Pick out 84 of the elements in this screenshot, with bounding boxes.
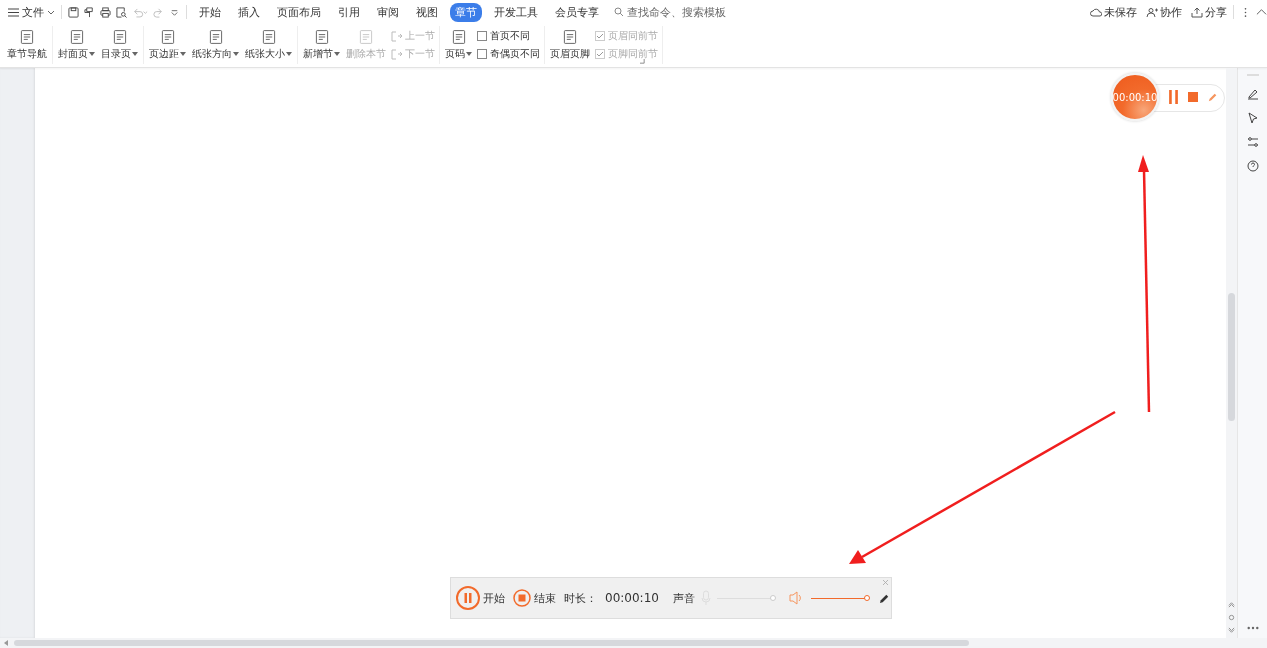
ribbon-button[interactable]: 封面页: [57, 29, 96, 61]
pen-icon[interactable]: [878, 592, 890, 604]
document-icon: [111, 29, 128, 45]
pause-icon[interactable]: [1169, 90, 1178, 104]
speaker-icon[interactable]: [788, 591, 803, 605]
checkbox[interactable]: [477, 49, 487, 59]
caret-icon: [334, 52, 340, 56]
ribbon-button[interactable]: 页码: [444, 29, 473, 61]
document-icon: [313, 29, 330, 45]
stop-icon: [513, 589, 531, 607]
search-icon: [614, 7, 624, 17]
collapse-ribbon-icon[interactable]: [1256, 6, 1267, 18]
document-icon: [19, 29, 35, 45]
ribbon-tab[interactable]: 章节: [450, 2, 482, 22]
scroll-left-icon[interactable]: [4, 640, 8, 646]
edit-icon[interactable]: [1246, 88, 1259, 100]
cursor-icon[interactable]: [1246, 112, 1259, 124]
sound-label: 声音: [672, 590, 695, 606]
next-page-icon[interactable]: [1228, 627, 1235, 634]
redo-icon[interactable]: [153, 6, 164, 18]
ribbon-tab[interactable]: 页面布局: [272, 2, 326, 22]
ribbon-tab[interactable]: 插入: [233, 2, 265, 22]
sliders-icon[interactable]: [1246, 136, 1259, 148]
close-icon[interactable]: [883, 580, 888, 585]
ribbon-tab[interactable]: 开始: [194, 2, 226, 22]
checkbox-label: 奇偶页不同: [490, 47, 540, 61]
search-field[interactable]: 查找命令、搜索模板: [614, 5, 737, 19]
caret-icon: [132, 52, 138, 56]
document-icon: [260, 29, 277, 45]
caret-icon: [89, 52, 95, 56]
toolbar-action[interactable]: 分享: [1191, 4, 1227, 20]
checkbox-label: 页眉同前节: [608, 29, 658, 43]
section-jump-icon: [391, 30, 403, 42]
ribbon-button[interactable]: 新增节: [302, 29, 341, 61]
document-icon: [207, 29, 224, 45]
file-menu[interactable]: 文件: [8, 4, 55, 20]
menu-icon: [8, 7, 19, 17]
document-icon: [358, 29, 374, 45]
caret-icon: [466, 52, 472, 56]
select-browse-icon[interactable]: [1228, 614, 1235, 621]
save-icon[interactable]: [68, 6, 79, 18]
section-jump-icon: [391, 48, 403, 60]
help-icon[interactable]: [1246, 160, 1259, 172]
ribbon-tab[interactable]: 视图: [411, 2, 443, 22]
ribbon-button[interactable]: 纸张方向: [191, 29, 240, 61]
checkbox[interactable]: [477, 31, 487, 41]
print-icon[interactable]: [100, 6, 111, 18]
ribbon-tab[interactable]: 审阅: [372, 2, 404, 22]
share-icon: [1191, 6, 1203, 18]
undo-icon[interactable]: [132, 6, 148, 18]
checkbox-label: 首页不同: [490, 29, 530, 43]
caret-icon: [47, 9, 55, 15]
cloud-icon: [1090, 6, 1102, 18]
print-preview-icon[interactable]: [116, 6, 127, 18]
document-icon: [68, 29, 85, 45]
duration-label: 时长：: [564, 590, 597, 606]
ribbon-button[interactable]: 章节导航: [6, 29, 48, 61]
add-user-icon: [1146, 6, 1158, 18]
format-painter-icon[interactable]: [84, 6, 95, 18]
ribbon-tab[interactable]: 开发工具: [489, 2, 543, 22]
ribbon-button[interactable]: 纸张大小: [244, 29, 293, 61]
pause-button[interactable]: 开始: [456, 586, 505, 610]
caret-icon: [286, 52, 292, 56]
toolbar-action[interactable]: 协作: [1146, 4, 1182, 20]
ribbon-tab[interactable]: 会员专享: [550, 2, 604, 22]
caret-icon: [233, 52, 239, 56]
document-icon: [159, 29, 176, 45]
more-icon[interactable]: [1246, 626, 1259, 630]
toolbar-action[interactable]: 未保存: [1090, 4, 1137, 20]
checkbox-label: 页脚同前节: [608, 47, 658, 61]
scrollbar-thumb[interactable]: [14, 640, 969, 646]
pause-icon: [456, 586, 480, 610]
document-icon: [562, 29, 578, 45]
caret-icon: [180, 52, 186, 56]
ribbon-button[interactable]: 页眉页脚: [549, 29, 591, 61]
stop-button[interactable]: 结束: [513, 589, 556, 607]
ribbon-button[interactable]: 页边距: [148, 29, 187, 61]
scrollbar-thumb[interactable]: [1228, 293, 1235, 421]
dialog-launcher-icon[interactable]: [640, 59, 645, 64]
ribbon-button[interactable]: 目录页: [100, 29, 139, 61]
previous-page-icon[interactable]: [1228, 601, 1235, 608]
document-icon: [450, 29, 467, 45]
duration-value: 00:00:10: [605, 591, 659, 605]
ribbon-tab[interactable]: 引用: [333, 2, 365, 22]
